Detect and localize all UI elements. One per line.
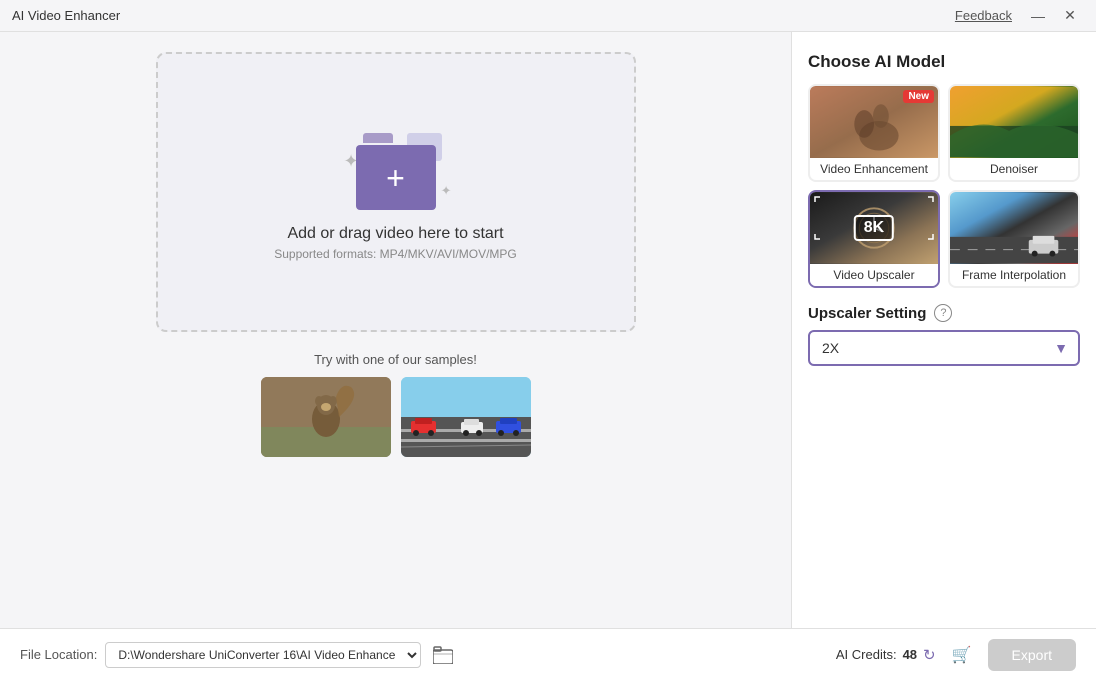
refresh-icon[interactable]: ↻ [923, 646, 936, 664]
file-location-label: File Location: [20, 647, 97, 662]
model-card-image-enhancement: New [810, 86, 938, 158]
feedback-link[interactable]: Feedback [955, 8, 1012, 23]
export-button[interactable]: Export [988, 639, 1076, 671]
sample-squirrel-svg [261, 377, 391, 457]
samples-label: Try with one of our samples! [156, 352, 636, 367]
model-card-label-upscaler: Video Upscaler [810, 264, 938, 286]
folder-main-icon: + [356, 145, 436, 210]
left-panel: ✦ + ✦ Add or drag video here to start Su… [0, 32, 791, 628]
select-wrapper: 2X 4X 8X ▼ [808, 330, 1080, 366]
file-location-row: File Location: D:\Wondershare UniConvert… [20, 641, 457, 669]
bottom-bar: File Location: D:\Wondershare UniConvert… [0, 628, 1096, 680]
samples-section: Try with one of our samples! [156, 352, 636, 457]
folder-icon-container: ✦ + ✦ [336, 123, 456, 213]
app-title: AI Video Enhancer [12, 8, 120, 23]
drop-primary-text: Add or drag video here to start [287, 225, 503, 243]
interpolation-svg [950, 192, 1078, 264]
upscaler-setting-section: Upscaler Setting ? 2X 4X 8X ▼ [808, 304, 1080, 366]
folder-plus-icon: + [386, 162, 405, 194]
ai-credits: AI Credits: 48 ↻ [836, 646, 936, 664]
new-badge: New [903, 90, 934, 103]
model-card-video-upscaler[interactable]: 8K Video Upscaler [808, 190, 940, 288]
model-card-image-upscaler: 8K [810, 192, 938, 264]
setting-title: Upscaler Setting [808, 305, 926, 322]
8k-badge: 8K [854, 215, 894, 241]
model-card-video-enhancement[interactable]: New Video Enhancement [808, 84, 940, 182]
title-bar-right: Feedback — ✕ [955, 2, 1084, 30]
denoiser-svg [950, 86, 1078, 158]
sample-traffic-svg [401, 377, 531, 457]
model-grid: New Video Enhancement [808, 84, 1080, 288]
title-bar-left: AI Video Enhancer [12, 8, 120, 23]
setting-row: Upscaler Setting ? [808, 304, 1080, 322]
folder-open-button[interactable] [429, 641, 457, 669]
folder-open-icon [433, 646, 453, 664]
model-card-frame-interpolation[interactable]: Frame Interpolation [948, 190, 1080, 288]
main-content: ✦ + ✦ Add or drag video here to start Su… [0, 32, 1096, 628]
right-panel: Choose AI Model [791, 32, 1096, 628]
expand-br-icon [918, 224, 934, 240]
ai-model-section-title: Choose AI Model [808, 52, 1080, 72]
upscaler-select[interactable]: 2X 4X 8X [808, 330, 1080, 366]
bottom-right: AI Credits: 48 ↻ 🛒 Export [836, 639, 1076, 671]
drop-secondary-text: Supported formats: MP4/MKV/AVI/MOV/MPG [274, 247, 517, 261]
sample-squirrel-thumb[interactable] [261, 377, 391, 457]
cart-icon[interactable]: 🛒 [952, 645, 972, 665]
file-location-select[interactable]: D:\Wondershare UniConverter 16\AI Video … [105, 642, 421, 668]
model-card-denoiser[interactable]: Denoiser [948, 84, 1080, 182]
minimize-button[interactable]: — [1024, 2, 1052, 30]
model-card-image-interpolation [950, 192, 1078, 264]
sample-traffic-thumb[interactable] [401, 377, 531, 457]
model-card-label-interpolation: Frame Interpolation [950, 264, 1078, 286]
folder-tab [363, 133, 393, 143]
help-icon[interactable]: ? [934, 304, 952, 322]
expand-tr-icon [918, 196, 934, 212]
drop-zone[interactable]: ✦ + ✦ Add or drag video here to start Su… [156, 52, 636, 332]
close-button[interactable]: ✕ [1056, 2, 1084, 30]
model-card-image-denoiser [950, 86, 1078, 158]
model-card-label-denoiser: Denoiser [950, 158, 1078, 180]
sparkle-right-icon: ✦ [441, 183, 452, 199]
model-card-label-enhancement: Video Enhancement [810, 158, 938, 180]
ai-credits-label: AI Credits: [836, 647, 897, 662]
samples-row [156, 377, 636, 457]
expand-tl-icon [814, 196, 830, 212]
ai-credits-count: 48 [903, 647, 917, 662]
expand-bl-icon [814, 224, 830, 240]
title-bar: AI Video Enhancer Feedback — ✕ [0, 0, 1096, 32]
